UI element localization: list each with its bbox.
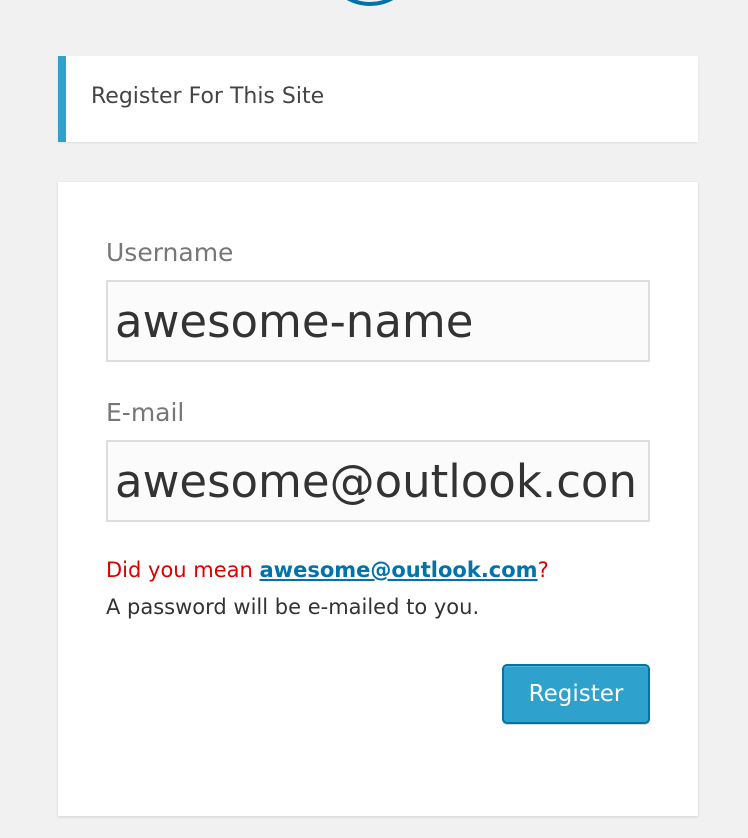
email-label: E-mail [106,398,185,427]
wordpress-logo-icon[interactable] [322,0,418,6]
suggestion-prefix: Did you mean [106,558,260,582]
register-button[interactable]: Register [502,664,650,724]
register-message-box: Register For This Site [58,56,698,142]
username-input[interactable] [106,280,650,362]
email-input[interactable] [106,440,650,522]
register-message-text: Register For This Site [91,84,325,109]
email-suggestion: Did you mean awesome@outlook.com? [106,558,549,582]
username-label: Username [106,238,234,267]
suggestion-suffix: ? [537,558,549,582]
password-note: A password will be e-mailed to you. [106,595,480,619]
suggested-email-link[interactable]: awesome@outlook.com [260,558,538,582]
registration-form: Username E-mail Did you mean awesome@out… [58,182,698,816]
